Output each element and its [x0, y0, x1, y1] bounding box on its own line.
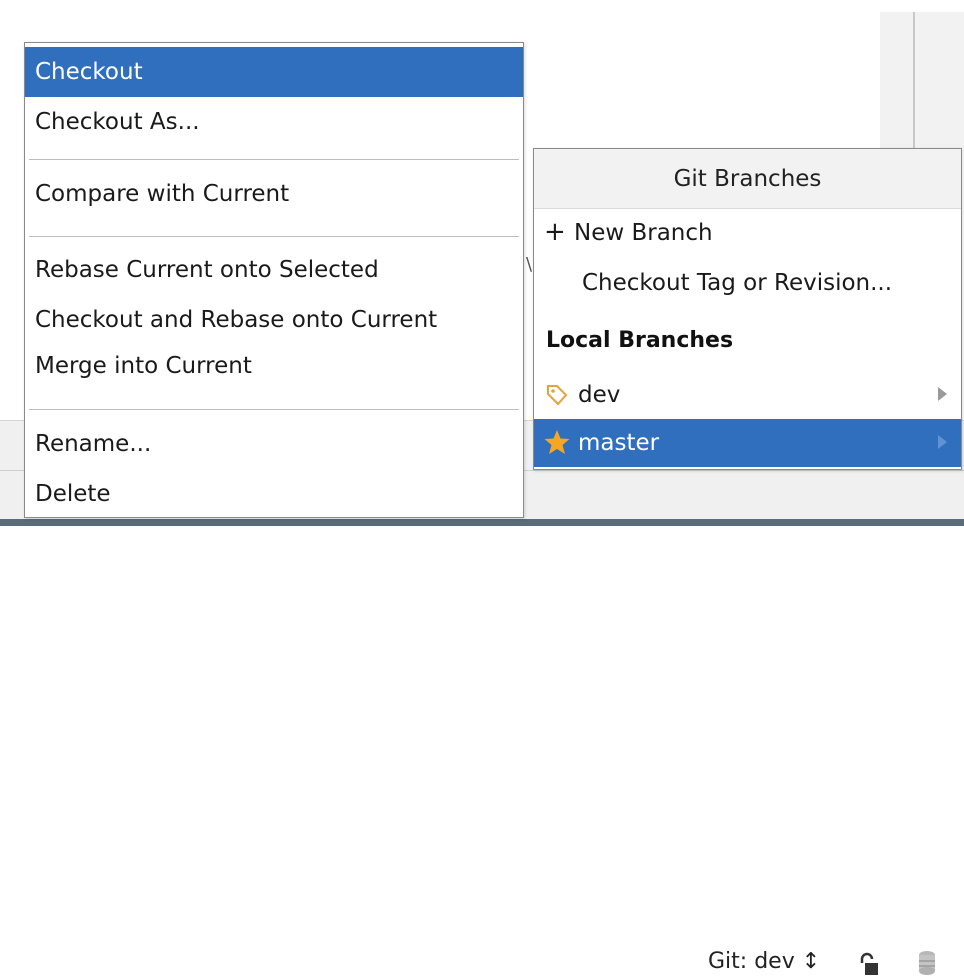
- menu-item-checkout-as[interactable]: Checkout As...: [25, 97, 523, 147]
- database-icon[interactable]: [916, 949, 938, 979]
- new-branch-label: New Branch: [574, 220, 713, 246]
- menu-item-checkout[interactable]: Checkout: [25, 47, 523, 97]
- chevron-right-icon: [938, 435, 947, 449]
- git-branch-widget[interactable]: Git: dev ↕: [708, 949, 820, 974]
- checkout-tag-item[interactable]: Checkout Tag or Revision...: [534, 259, 961, 307]
- branch-context-menu: Checkout Checkout As... Compare with Cur…: [24, 42, 524, 518]
- branch-label-dev: dev: [578, 382, 621, 408]
- chevron-right-icon: [938, 387, 947, 401]
- menu-separator: [29, 409, 519, 410]
- menu-separator: [29, 236, 519, 237]
- checkout-tag-label: Checkout Tag or Revision...: [582, 270, 893, 296]
- git-branches-popup: Git Branches + New Branch Checkout Tag o…: [533, 148, 962, 470]
- menu-item-merge-into-current[interactable]: Merge into Current: [25, 341, 523, 391]
- menu-separator: [29, 159, 519, 160]
- menu-item-checkout-and-rebase[interactable]: Checkout and Rebase onto Current: [25, 295, 523, 345]
- window-bottom-edge: [0, 519, 964, 526]
- menu-item-delete[interactable]: Delete: [25, 469, 523, 519]
- editor-divider: [913, 12, 915, 150]
- menu-item-rename[interactable]: Rename...: [25, 419, 523, 469]
- tag-icon: [547, 385, 568, 406]
- submenu-edge-mark: \: [526, 254, 533, 275]
- local-branches-header: Local Branches: [546, 328, 734, 353]
- branch-label-master: master: [578, 430, 660, 456]
- popup-title: Git Branches: [534, 149, 961, 209]
- menu-item-rebase-current-onto-selected[interactable]: Rebase Current onto Selected: [25, 245, 523, 295]
- branch-item-dev[interactable]: dev: [534, 371, 961, 419]
- lock-icon[interactable]: [858, 952, 880, 978]
- editor-right-panel: [880, 12, 964, 150]
- branch-item-master[interactable]: master: [534, 419, 961, 467]
- plus-icon: +: [544, 217, 566, 247]
- menu-item-compare-with-current[interactable]: Compare with Current: [25, 169, 523, 219]
- star-icon: [544, 430, 570, 454]
- new-branch-item[interactable]: + New Branch: [534, 209, 961, 257]
